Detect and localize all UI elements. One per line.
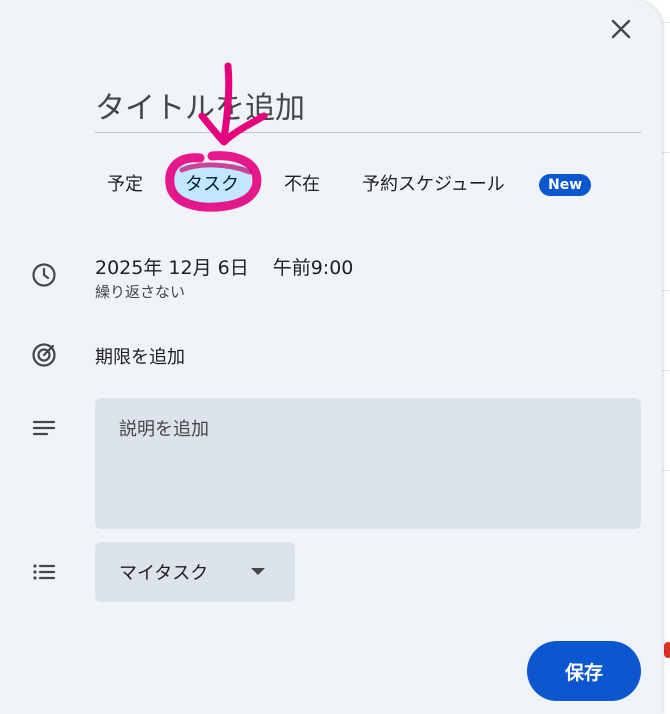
close-icon [611, 19, 631, 39]
close-button[interactable] [604, 12, 638, 46]
task-list-select[interactable]: マイタスク [95, 542, 295, 602]
title-input[interactable] [95, 84, 641, 133]
list-icon [30, 558, 58, 586]
task-dialog: 予定 タスク 不在 予約スケジュール New 2025年 12月 6日 午前9:0… [0, 0, 662, 714]
tab-task[interactable]: タスク [173, 164, 251, 206]
new-badge: New [539, 174, 592, 196]
target-icon [30, 341, 58, 369]
add-deadline-button[interactable]: 期限を追加 [95, 343, 185, 369]
date-time-line: 2025年 12月 6日 午前9:00 [95, 253, 353, 280]
tab-out-of-office[interactable]: 不在 [272, 164, 332, 206]
date-picker[interactable]: 2025年 12月 6日 [95, 257, 249, 279]
save-button[interactable]: 保存 [527, 641, 641, 701]
repeat-selector[interactable]: 繰り返さない [95, 281, 185, 302]
task-list-value: マイタスク [119, 563, 209, 584]
description-field[interactable]: 説明を追加 [95, 398, 641, 529]
background-event-dot [664, 642, 670, 658]
clock-icon [30, 261, 58, 289]
notes-icon [30, 414, 58, 442]
dropdown-caret-icon [251, 568, 265, 575]
tab-event[interactable]: 予定 [95, 164, 155, 206]
tab-appointment-schedule[interactable]: 予約スケジュール [350, 164, 517, 206]
time-picker[interactable]: 午前9:00 [273, 257, 354, 279]
